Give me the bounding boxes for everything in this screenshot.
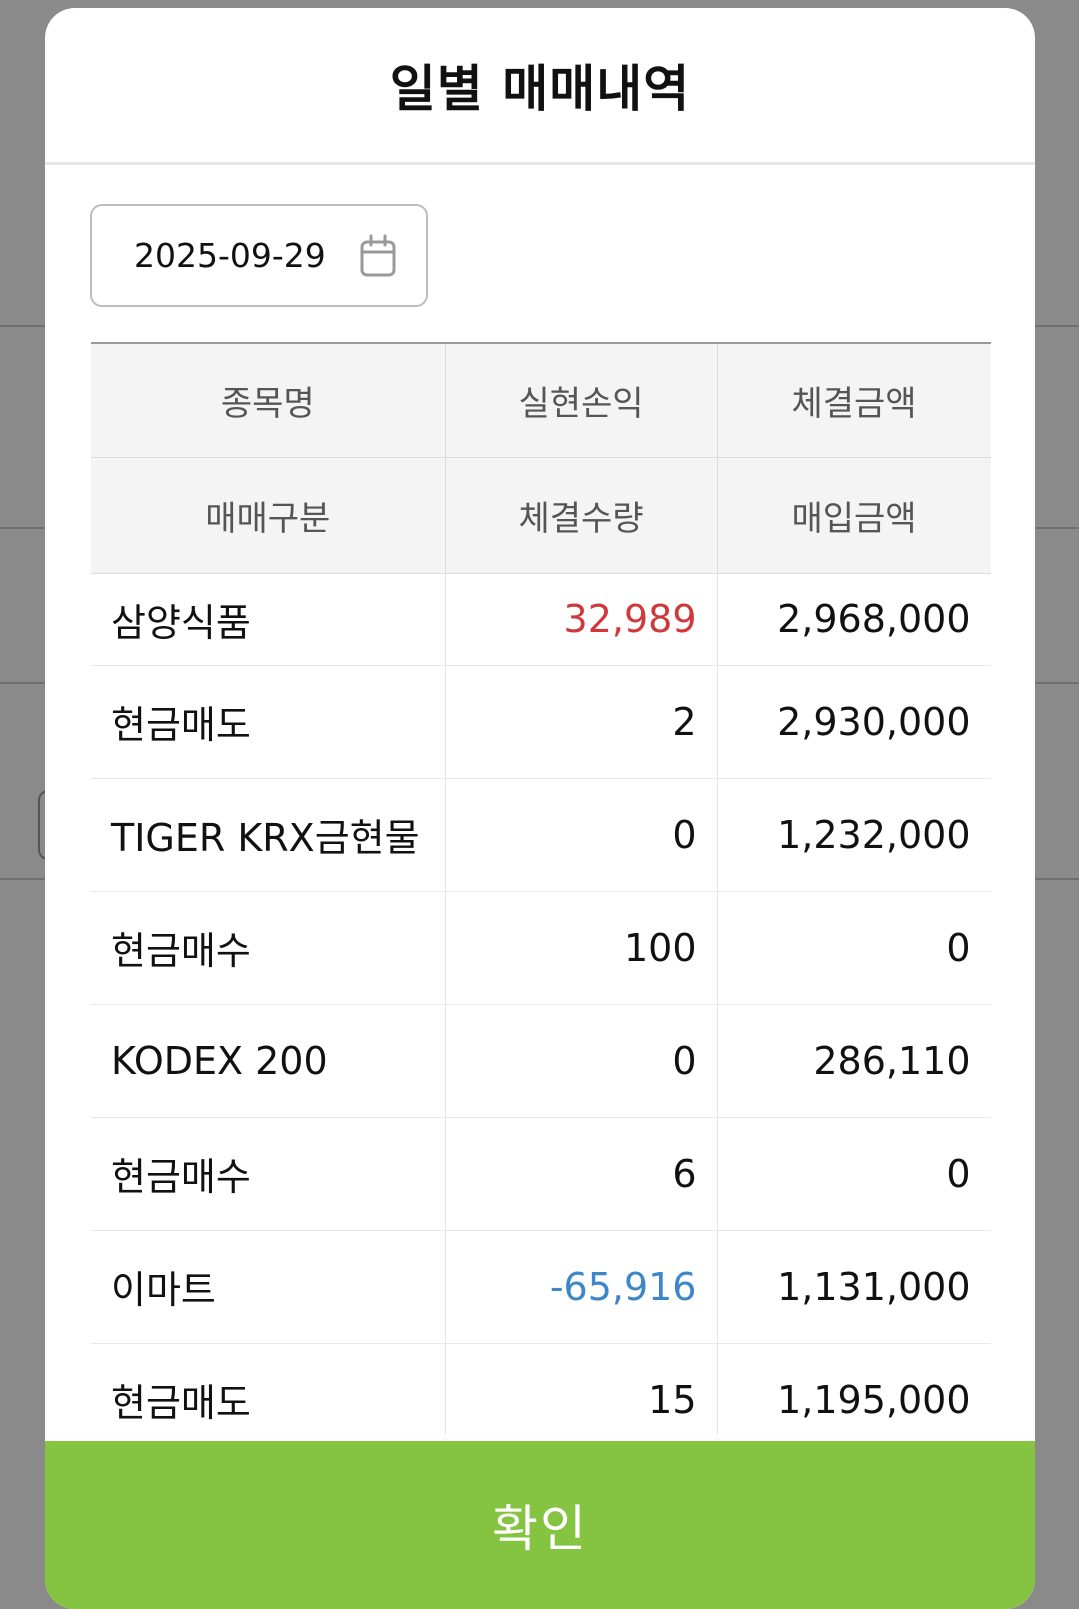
modal-header: 일별 매매내역 [45,8,1035,165]
calendar-icon[interactable] [360,234,396,278]
table-header-row: 종목명 실현손익 체결금액 [91,342,991,458]
purchase-amount-cell: 0 [717,1117,991,1231]
table-row: 현금매수 100 0 [91,891,991,1005]
stock-name-cell: TIGER KRX금현물 [91,778,446,892]
executed-amount-cell: 1,131,000 [717,1230,991,1344]
table-row: TIGER KRX금현물 0 1,232,000 [91,778,991,892]
table-row: 현금매도 15 1,195,000 [91,1343,991,1434]
executed-qty-cell: 6 [445,1117,718,1231]
realized-pnl-cell: 32,989 [445,573,718,666]
confirm-button[interactable]: 확인 [45,1441,1035,1609]
table-row: 이마트 -65,916 1,131,000 [91,1230,991,1344]
date-picker-field[interactable]: 2025-09-29 [90,204,428,307]
trade-type-cell: 현금매도 [91,665,446,779]
realized-pnl-cell: 0 [445,778,718,892]
header-executed-qty: 체결수량 [445,457,718,574]
table-header-row: 매매구분 체결수량 매입금액 [91,457,991,574]
modal-title: 일별 매매내역 [389,60,691,118]
executed-qty-cell: 100 [445,891,718,1005]
executed-amount-cell: 1,232,000 [717,778,991,892]
header-realized-pnl: 실현손익 [445,342,718,458]
realized-pnl-cell: 0 [445,1004,718,1118]
purchase-amount-cell: 2,930,000 [717,665,991,779]
trade-type-cell: 현금매수 [91,891,446,1005]
stock-name-cell: KODEX 200 [91,1004,446,1118]
header-executed-amount: 체결금액 [717,342,991,458]
trade-type-cell: 현금매도 [91,1343,446,1434]
executed-amount-cell: 2,968,000 [717,573,991,666]
purchase-amount-cell: 1,195,000 [717,1343,991,1434]
header-trade-type: 매매구분 [91,457,446,574]
trade-table: 종목명 실현손익 체결금액 매매구분 체결수량 매입금액 삼양식품 32,989… [91,342,991,1434]
executed-amount-cell: 286,110 [717,1004,991,1118]
purchase-amount-cell: 0 [717,891,991,1005]
trade-table-container[interactable]: 종목명 실현손익 체결금액 매매구분 체결수량 매입금액 삼양식품 32,989… [91,342,991,1434]
table-row: 삼양식품 32,989 2,968,000 [91,573,991,666]
executed-qty-cell: 15 [445,1343,718,1434]
header-purchase-amount: 매입금액 [717,457,991,574]
table-row: KODEX 200 0 286,110 [91,1004,991,1118]
stock-name-cell: 이마트 [91,1230,446,1344]
header-stock-name: 종목명 [91,342,446,458]
date-value: 2025-09-29 [134,236,326,275]
stock-name-cell: 삼양식품 [91,573,446,666]
daily-trade-history-modal: 일별 매매내역 2025-09-29 종목명 실현손익 체결금액 매매구분 체결… [45,8,1035,1609]
trade-type-cell: 현금매수 [91,1117,446,1231]
table-row: 현금매수 6 0 [91,1117,991,1231]
executed-qty-cell: 2 [445,665,718,779]
table-row: 현금매도 2 2,930,000 [91,665,991,779]
realized-pnl-cell: -65,916 [445,1230,718,1344]
